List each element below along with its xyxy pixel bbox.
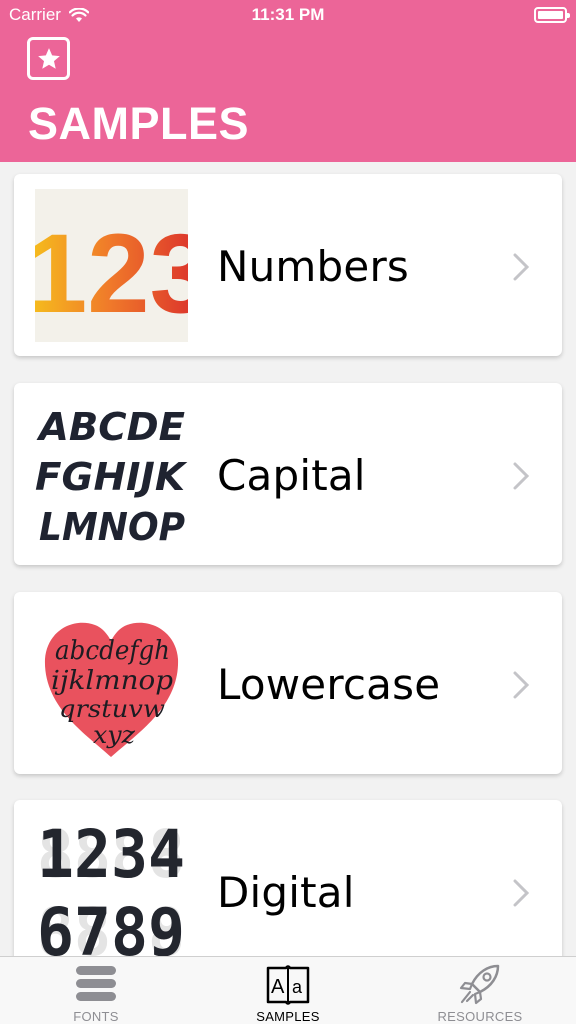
tab-label: SAMPLES — [256, 1009, 320, 1024]
chevron-right-icon — [513, 879, 530, 907]
status-time: 11:31 PM — [251, 5, 325, 24]
chevron-right-icon — [513, 671, 530, 699]
star-icon — [37, 47, 60, 69]
sample-card-numbers[interactable]: 123 Numbers — [14, 174, 562, 356]
capital-line-1: ABCDE — [36, 405, 185, 449]
tab-label: RESOURCES — [437, 1009, 523, 1024]
favorites-button[interactable] — [27, 37, 70, 80]
sample-label: Lowercase — [217, 660, 441, 709]
svg-text:a: a — [292, 977, 303, 997]
lowercase-line-3: qrstuvw — [59, 695, 165, 723]
lowercase-line-2: ijklmnop — [51, 666, 173, 696]
digital-line-2: 6789 — [37, 894, 185, 956]
sample-label: Capital — [217, 451, 366, 500]
page-title: SAMPLES — [28, 98, 250, 149]
svg-text:A: A — [271, 976, 285, 998]
samples-list[interactable]: 123 Numbers ABCDE FGHIJK LMNOP Capital a… — [0, 162, 576, 956]
tab-samples[interactable]: A a SAMPLES — [192, 957, 384, 1024]
sample-label: Numbers — [217, 242, 409, 291]
tab-label: FONTS — [73, 1009, 119, 1024]
tab-bar: FONTS A a SAMPLES RESOURCES — [0, 956, 576, 1024]
nav-header: Carrier 11:31 PM SAMPLES — [0, 0, 576, 162]
tab-resources[interactable]: RESOURCES — [384, 957, 576, 1024]
sample-card-capital[interactable]: ABCDE FGHIJK LMNOP Capital — [14, 383, 562, 565]
capital-line-2: FGHIJK — [35, 455, 188, 499]
numbers-thumb-text: 123 — [35, 211, 188, 336]
rocket-icon — [459, 964, 500, 1005]
digital-thumbnail: 8888 1234 8888 6789 — [35, 815, 188, 956]
capital-thumbnail: ABCDE FGHIJK LMNOP — [35, 398, 188, 551]
stack-icon — [76, 966, 116, 1001]
tab-fonts[interactable]: FONTS — [0, 957, 192, 1024]
numbers-thumbnail: 123 — [35, 189, 188, 342]
lowercase-line-4: xyz — [93, 721, 135, 749]
book-icon: A a — [266, 965, 310, 1005]
chevron-right-icon — [513, 462, 530, 490]
battery-icon — [534, 7, 570, 23]
capital-line-3: LMNOP — [39, 505, 185, 549]
sample-card-lowercase[interactable]: abcdefgh ijklmnop qrstuvw xyz Lowercase — [14, 592, 562, 774]
digital-line-1: 1234 — [37, 816, 185, 893]
sample-card-digital[interactable]: 8888 1234 8888 6789 Digital — [14, 800, 562, 956]
status-bar: Carrier 11:31 PM — [0, 0, 576, 30]
sample-label: Digital — [217, 868, 355, 917]
lowercase-thumbnail: abcdefgh ijklmnop qrstuvw xyz — [35, 607, 188, 760]
lowercase-line-1: abcdefgh — [55, 636, 170, 666]
chevron-right-icon — [513, 253, 530, 281]
